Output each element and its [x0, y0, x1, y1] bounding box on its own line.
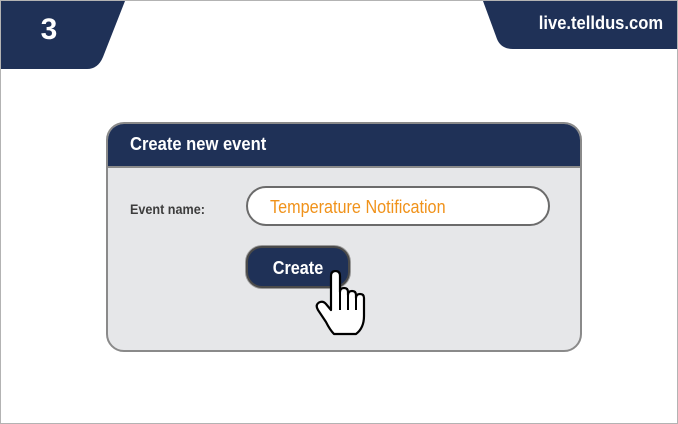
hand-pointer-icon [312, 269, 368, 336]
dialog-title: Create new event [130, 134, 267, 154]
event-name-value: Temperature Notification [270, 197, 446, 217]
step-badge: 3 [1, 1, 129, 69]
url-tab: live.telldus.com [477, 1, 677, 49]
dialog-header: Create new event [108, 124, 580, 168]
site-url: live.telldus.com [538, 13, 663, 33]
step-number: 3 [40, 13, 58, 46]
event-name-label: Event name: [130, 201, 205, 217]
event-name-input[interactable]: Temperature Notification [246, 186, 550, 226]
